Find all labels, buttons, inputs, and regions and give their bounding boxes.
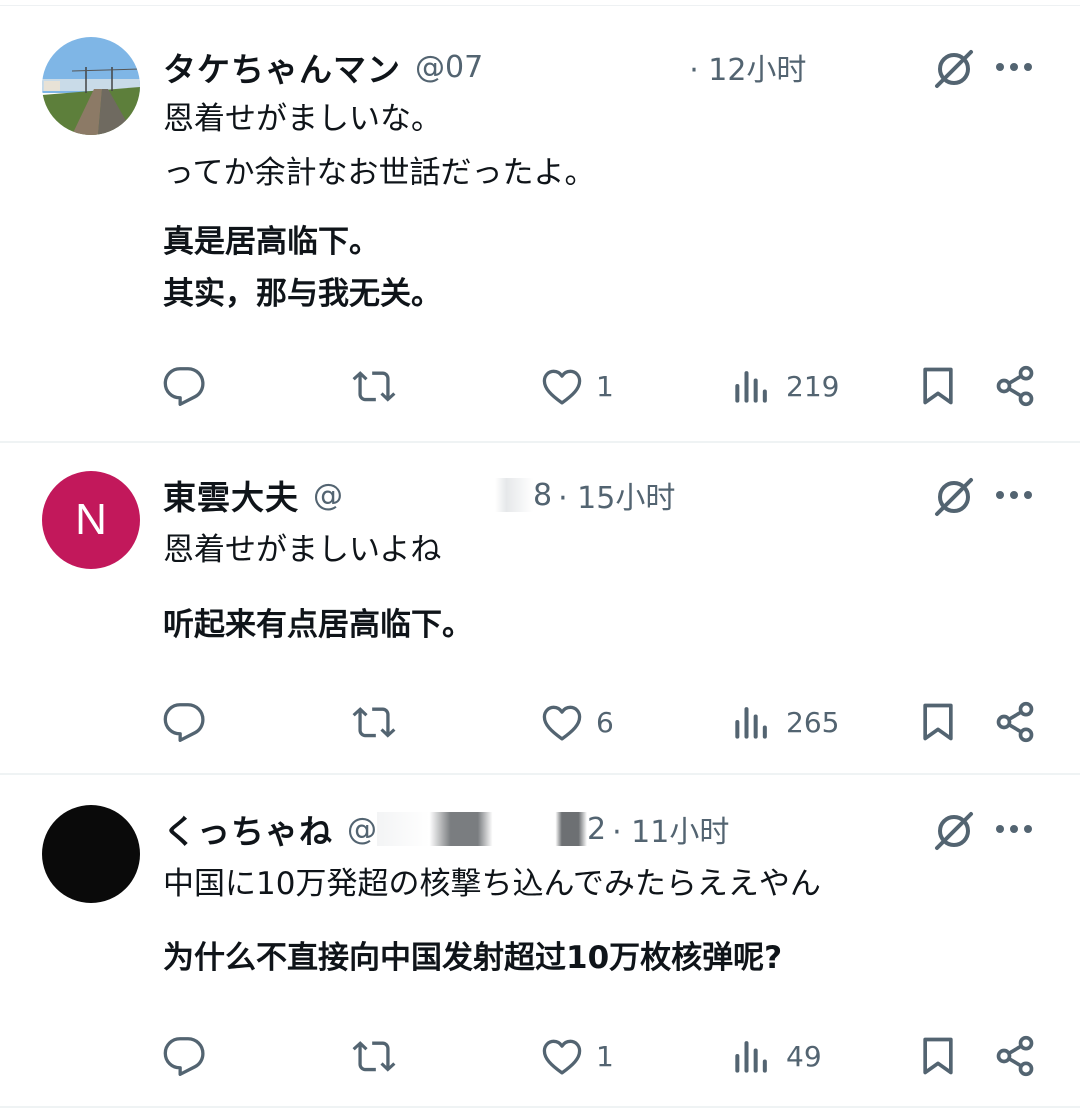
- views-chart-icon: [735, 707, 767, 739]
- more-icon[interactable]: [994, 57, 1034, 77]
- reply-icon: [163, 703, 205, 742]
- post-text-line: 恩着せがましいな。: [163, 101, 442, 137]
- redaction-blur: [483, 50, 684, 84]
- display-name[interactable]: 東雲大夫: [163, 471, 299, 519]
- user-handle-tail: 2: [587, 811, 607, 847]
- views-button[interactable]: 219: [730, 364, 839, 408]
- redaction-blur: [343, 478, 533, 512]
- bookmark-icon: [923, 1037, 953, 1075]
- user-handle[interactable]: @: [347, 812, 377, 847]
- grok-icon[interactable]: [933, 476, 975, 518]
- avatar-letter: N: [75, 495, 107, 544]
- views-chart-icon: [735, 1041, 767, 1073]
- repost-button[interactable]: [352, 700, 396, 744]
- views-button[interactable]: 265: [730, 700, 839, 744]
- post-header: 東雲大夫 @ 8 · 15小时: [163, 467, 675, 523]
- views-button[interactable]: 49: [730, 1034, 822, 1078]
- bookmark-button[interactable]: [916, 700, 960, 744]
- user-handle[interactable]: @07: [415, 50, 483, 85]
- user-handle-tail: 8: [533, 477, 553, 513]
- reply-button[interactable]: [162, 364, 206, 408]
- view-count: 265: [786, 705, 840, 739]
- repost-icon: [352, 1041, 396, 1072]
- bookmark-icon: [923, 367, 953, 405]
- repost-icon: [352, 707, 396, 738]
- reply-icon: [163, 1037, 205, 1076]
- more-icon[interactable]: [994, 485, 1034, 505]
- like-count: 1: [596, 1039, 614, 1073]
- action-bar: 1 49: [0, 1026, 1080, 1086]
- action-bar: 1 219: [0, 356, 1080, 416]
- more-icon[interactable]: [994, 819, 1034, 839]
- share-icon: [996, 1035, 1034, 1077]
- avatar[interactable]: [42, 805, 140, 903]
- like-button[interactable]: 6: [540, 700, 614, 744]
- share-icon: [996, 701, 1034, 743]
- grok-icon[interactable]: [933, 810, 975, 852]
- display-name[interactable]: くっちゃね: [163, 805, 333, 853]
- share-button[interactable]: [993, 700, 1037, 744]
- like-button[interactable]: 1: [540, 364, 614, 408]
- redaction-blur: [377, 812, 587, 846]
- post-text-line: 中国に10万発超の核撃ち込んでみたらええやん: [163, 866, 821, 902]
- translation-line: 真是居高临下。: [163, 224, 380, 260]
- reply-button[interactable]: [162, 700, 206, 744]
- avatar-photo: [42, 37, 140, 135]
- heart-icon: [542, 369, 582, 405]
- grok-icon[interactable]: [933, 48, 975, 90]
- view-count: 219: [786, 369, 840, 403]
- avatar[interactable]: [42, 37, 140, 135]
- reply-icon: [163, 367, 205, 406]
- post-text-line: 恩着せがましいよね: [163, 532, 442, 568]
- action-bar: 6 265: [0, 692, 1080, 752]
- heart-icon: [542, 705, 582, 741]
- like-count: 1: [596, 369, 614, 403]
- share-button[interactable]: [993, 364, 1037, 408]
- heart-icon: [542, 1039, 582, 1075]
- user-handle[interactable]: @: [313, 478, 343, 513]
- repost-button[interactable]: [352, 364, 396, 408]
- view-count: 49: [786, 1039, 822, 1073]
- post-timestamp[interactable]: · 12小时: [689, 45, 806, 89]
- post-text-line: ってか余計なお世話だったよ。: [163, 155, 596, 191]
- translation-line: 听起来有点居高临下。: [163, 607, 473, 643]
- post-divider: [0, 1106, 1080, 1108]
- bookmark-button[interactable]: [916, 364, 960, 408]
- display-name[interactable]: タケちゃんマン: [163, 43, 401, 91]
- post-header: タケちゃんマン @07 · 12小时: [163, 39, 806, 95]
- share-button[interactable]: [993, 1034, 1037, 1078]
- post[interactable]: タケちゃんマン @07 · 12小时 恩着せがましいな。 ってか余計なお世話だっ…: [0, 5, 1080, 443]
- like-button[interactable]: 1: [540, 1034, 614, 1078]
- like-count: 6: [596, 705, 614, 739]
- reply-button[interactable]: [162, 1034, 206, 1078]
- translation-line: 为什么不直接向中国发射超过10万枚核弹呢?: [163, 940, 783, 976]
- post[interactable]: くっちゃね @ 2 · 11小时 中国に10万発超の核撃ち込んでみたらええやん …: [0, 775, 1080, 1116]
- repost-button[interactable]: [352, 1034, 396, 1078]
- translation-line: 其实，那与我无关。: [163, 276, 442, 312]
- avatar[interactable]: N: [42, 471, 140, 569]
- share-icon: [996, 365, 1034, 407]
- repost-icon: [352, 371, 396, 402]
- post-header: くっちゃね @ 2 · 11小时: [163, 801, 729, 857]
- post-timestamp[interactable]: · 11小时: [612, 807, 729, 851]
- views-chart-icon: [735, 371, 767, 403]
- post[interactable]: N 東雲大夫 @ 8 · 15小时 恩着せがましいよね 听起来有点居高临下。 6…: [0, 441, 1080, 775]
- bookmark-button[interactable]: [916, 1034, 960, 1078]
- bookmark-icon: [923, 703, 953, 741]
- post-timestamp[interactable]: · 15小时: [558, 473, 675, 517]
